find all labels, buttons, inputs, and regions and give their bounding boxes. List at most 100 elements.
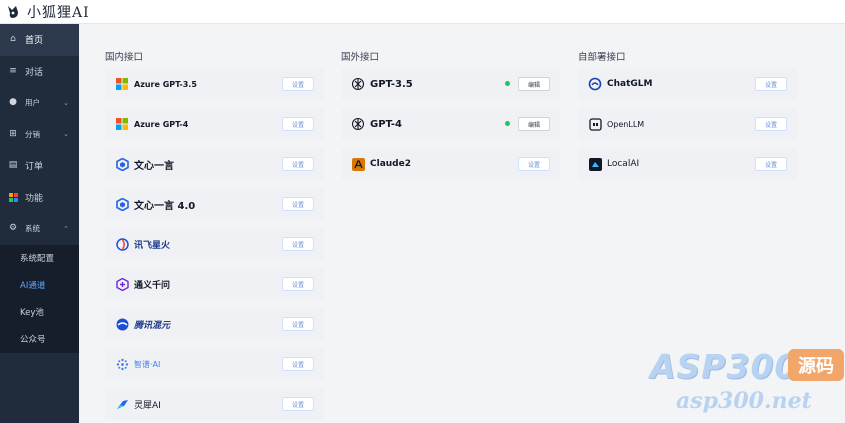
localai-icon [588,157,602,171]
wenxin-icon [115,197,129,211]
submenu-item-ai-channel[interactable]: AI通道 [0,272,79,299]
channel-card-gpt35: GPT-3.5 编辑 [341,68,560,100]
channel-name: 灵犀AI [134,400,161,411]
channel-name: LocalAI [607,159,640,169]
settings-button[interactable]: 设置 [282,317,314,331]
xunfei-icon [115,237,129,251]
fox-logo-icon [8,5,18,18]
channel-card-zhipu: 智谱·AI 设置 [105,348,324,380]
sidebar-item-label: 分销 [25,129,40,139]
sidebar-item-label: 用户 [25,98,40,108]
submenu-item-key-pool[interactable]: Key池 [0,299,79,326]
user-icon: ● [9,97,17,108]
order-icon: ▤ [8,160,18,171]
settings-button[interactable]: 设置 [282,237,314,251]
channel-card-azure-gpt35: Azure GPT-3.5 设置 [105,68,324,100]
list-icon: ≡ [9,65,17,76]
sidebar-item-orders[interactable]: ▤ 订单 [0,150,79,182]
edit-button[interactable]: 编辑 [518,77,550,91]
status-dot [505,81,510,86]
chevron-down-icon: ⌄ [63,130,69,139]
chatglm-icon [588,77,602,91]
share-icon: ⊞ [9,128,17,139]
channel-name: 智谱·AI [134,359,161,369]
sidebar-item-label: 首页 [25,36,44,47]
submenu-item-official-account[interactable]: 公众号 [0,326,79,353]
openllm-icon [588,117,602,131]
apps-icon [8,192,18,202]
channel-card-claude2: Claude2 设置 [341,148,560,180]
channel-name: 通义千问 [134,280,171,291]
channel-name: OpenLLM [607,119,645,129]
channel-card-lingxi: 灵犀AI 设置 [105,388,324,420]
hunyuan-icon [115,317,129,331]
watermark-url: asp300.net [676,388,812,414]
sidebar-item-system[interactable]: ⚙ 系统 ⌃ [0,213,79,245]
channel-card-wenxin: 文心一言 设置 [105,148,324,180]
zhipu-icon [115,357,129,371]
settings-button[interactable]: 设置 [282,157,314,171]
settings-button[interactable]: 设置 [755,117,787,131]
channel-card-localai: LocalAI 设置 [578,148,797,180]
channel-card-openllm: OpenLLM 设置 [578,108,797,140]
channel-card-azure-gpt4: Azure GPT-4 设置 [105,108,324,140]
channel-card-chatglm: ChatGLM 设置 [578,68,797,100]
settings-icon: ⚙ [8,223,18,234]
channel-name: Azure GPT-4 [134,119,189,129]
chevron-up-icon: ⌃ [63,224,69,233]
chevron-down-icon: ⌄ [63,98,69,107]
sidebar-item-label: 功能 [25,193,44,204]
channel-card-hunyuan: 腾讯混元 设置 [105,308,324,340]
settings-button[interactable]: 设置 [282,77,314,91]
sidebar-item-chat[interactable]: ≡ 对话 [0,56,79,88]
settings-button[interactable]: 设置 [282,277,314,291]
microsoft-icon [115,77,129,91]
watermark-badge: 源码 [788,349,844,381]
channel-card-xunfei: 讯飞星火 设置 [105,228,324,260]
sidebar-item-users[interactable]: ● 用户 ⌄ [0,87,79,119]
wenxin-icon [115,157,129,171]
channel-name: 文心一言 [134,160,174,172]
sidebar-item-home[interactable]: ⌂ 首页 [0,24,79,56]
channel-name: GPT-3.5 [370,78,413,90]
channel-card-wenxin-4: 文心一言 4.0 设置 [105,188,324,220]
settings-button[interactable]: 设置 [282,397,314,411]
foreign-section-title: 国外接口 [341,52,380,63]
selfhosted-section-title: 自部署接口 [578,52,626,63]
settings-button[interactable]: 设置 [518,157,550,171]
sidebar-item-label: 订单 [25,162,44,173]
settings-button[interactable]: 设置 [755,77,787,91]
channel-name: ChatGLM [607,79,653,89]
sidebar-item-distribution[interactable]: ⊞ 分销 ⌄ [0,119,79,151]
app-title: 小狐狸AI [27,4,90,21]
home-icon: ⌂ [10,34,16,45]
system-submenu: 系统配置 AI通道 Key池 公众号 [0,244,79,353]
watermark-brand: ASP300 [650,347,799,386]
channel-card-tongyi: 通义千问 设置 [105,268,324,300]
sidebar: ⌂ 首页 ≡ 对话 ● 用户 ⌄ ⊞ 分销 ⌄ ▤ 订单 功能 ⚙ 系统 ⌃ 系… [0,24,79,423]
status-dot [505,121,510,126]
edit-button[interactable]: 编辑 [518,117,550,131]
openai-icon [351,117,365,131]
settings-button[interactable]: 设置 [282,197,314,211]
channel-name: GPT-4 [370,118,402,130]
submenu-item-system-config[interactable]: 系统配置 [0,245,79,272]
channel-name: Azure GPT-3.5 [134,79,197,89]
tongyi-icon [115,277,129,291]
channel-name: 腾讯混元 [134,320,171,331]
microsoft-icon [115,117,129,131]
lingxi-icon [115,397,129,411]
settings-button[interactable]: 设置 [755,157,787,171]
top-header: 小狐狸AI [0,0,845,24]
channel-card-gpt4: GPT-4 编辑 [341,108,560,140]
channel-name: Claude2 [370,159,411,169]
openai-icon [351,77,365,91]
sidebar-item-label: 对话 [25,67,44,78]
anthropic-icon [351,157,365,171]
domestic-section-title: 国内接口 [105,52,144,63]
sidebar-item-features[interactable]: 功能 [0,182,79,214]
channel-name: 讯飞星火 [134,240,171,251]
sidebar-item-label: 系统 [25,224,40,234]
settings-button[interactable]: 设置 [282,117,314,131]
settings-button[interactable]: 设置 [282,357,314,371]
